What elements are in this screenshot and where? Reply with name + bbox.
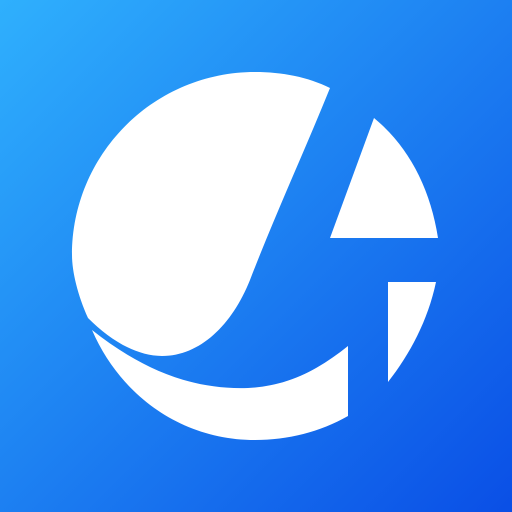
logo-mark <box>0 0 512 512</box>
app-icon <box>0 0 512 512</box>
